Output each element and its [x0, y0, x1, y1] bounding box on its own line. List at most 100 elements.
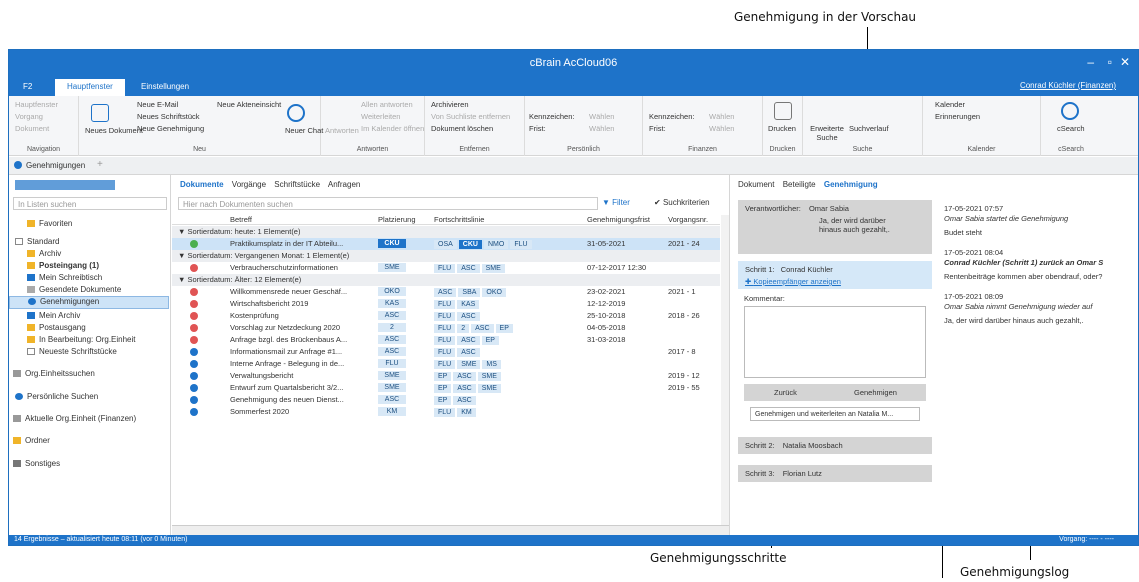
tab-genehmigungen[interactable]: Genehmigungen	[26, 161, 85, 170]
user-link[interactable]: Conrad Küchler (Finanzen)	[1020, 81, 1116, 90]
sidebar-item-favoriten[interactable]: Favoriten	[9, 219, 169, 230]
suchverlauf-button[interactable]: Suchverlauf	[849, 124, 889, 133]
col-platzierung[interactable]: Platzierung	[378, 215, 416, 224]
new-genehmigung-button[interactable]: Neue Genehmigung	[137, 124, 204, 133]
sidebar-item-genehmigungen[interactable]: Genehmigungen	[9, 296, 169, 309]
horizontal-scrollbar[interactable]	[172, 525, 729, 535]
new-akteneinsicht-button[interactable]: Neue Akteneinsicht	[217, 100, 281, 109]
sidebar-item-ordner[interactable]: Ordner	[9, 436, 169, 447]
kalender-oeffnen-button[interactable]: Im Kalender öffnen	[361, 124, 424, 133]
minimize-icon[interactable]: –	[1087, 55, 1094, 69]
erinnerungen-button[interactable]: Erinnerungen	[935, 112, 980, 121]
preview-tabs: Dokument Beteiligte Genehmigung	[738, 180, 878, 189]
tab-anfragen[interactable]: Anfragen	[328, 180, 360, 189]
sidebar-item-aktuelle-org[interactable]: Aktuelle Org.Einheit (Finanzen)	[9, 414, 169, 425]
nav-hauptfenster[interactable]: Hauptfenster	[15, 100, 58, 109]
tab-vorgaenge[interactable]: Vorgänge	[232, 180, 266, 189]
sidebar-item-posteingang[interactable]: Posteingang (1)	[9, 261, 169, 272]
antworten-button[interactable]: Antworten	[325, 126, 359, 135]
kopieempfaenger-link[interactable]: ✚ Kopieempfänger anzeigen	[745, 277, 925, 286]
sidebar-search-input[interactable]: In Listen suchen	[13, 197, 167, 210]
group-header[interactable]: ▼ Sortierdatum: Vergangenen Monat: 1 Ele…	[172, 250, 720, 262]
group-header[interactable]: ▼ Sortierdatum: heute: 1 Element(e)	[172, 226, 720, 238]
filter-button[interactable]: ▼ Filter	[602, 198, 630, 207]
genehmigen-button[interactable]: Genehmigen	[854, 388, 897, 397]
tab-dokumente[interactable]: Dokumente	[180, 180, 224, 189]
sidebar-item-in-bearbeitung[interactable]: In Bearbeitung: Org.Einheit	[9, 335, 169, 346]
vertical-scrollbar[interactable]	[721, 215, 729, 525]
nav-vorgang[interactable]: Vorgang	[15, 112, 43, 121]
col-betreff[interactable]: Betreff	[230, 215, 252, 224]
sidebar-item-label: Persönliche Suchen	[27, 392, 99, 401]
table-row[interactable]: Praktikumsplatz in der IT Abteilu... CKU 3…	[172, 238, 720, 250]
genehmigen-weiterleiten-button[interactable]: Genehmigen und weiterleiten an Natalia M…	[750, 407, 920, 421]
col-vorgangsnr[interactable]: Vorgangsnr.	[668, 215, 708, 224]
misc-icon	[13, 460, 21, 468]
chat-icon[interactable]	[287, 104, 305, 122]
table-row[interactable]: Wirtschaftsbericht 2019 KAS 12-12-2019 FLU K…	[172, 298, 720, 310]
tab-hauptfenster[interactable]: Hauptfenster	[55, 79, 125, 96]
kalender-button[interactable]: Kalender	[935, 100, 965, 109]
zurueck-button[interactable]: Zurück	[774, 388, 797, 397]
sidebar-item-archiv[interactable]: Archiv	[9, 249, 169, 260]
sidebar-item-sonstiges[interactable]: Sonstiges	[9, 459, 169, 470]
drucken-button[interactable]: Drucken	[768, 124, 796, 133]
table-row[interactable]: Vorschlag zur Netzdeckung 2020 2 04-05-201…	[172, 322, 720, 334]
close-icon[interactable]: ✕	[1120, 55, 1130, 69]
table-row[interactable]: Anfrage bzgl. des Brückenbaus A... ASC 31-…	[172, 334, 720, 346]
col-frist[interactable]: Genehmigungsfrist	[587, 215, 650, 224]
archivieren-button[interactable]: Archivieren	[431, 100, 469, 109]
document-search-input[interactable]: Hier nach Dokumenten suchen	[178, 197, 598, 210]
tab-schriftstuecke[interactable]: Schriftstücke	[274, 180, 320, 189]
erweiterte-suche-button[interactable]: Erweiterte Suche	[807, 124, 847, 142]
add-tab-icon[interactable]: +	[97, 159, 103, 170]
group-header[interactable]: ▼ Sortierdatum: Älter: 12 Element(e)	[172, 274, 720, 286]
table-row[interactable]: Sommerfest 2020 KM FLU KM	[172, 406, 720, 418]
table-row[interactable]: Genehmigung des neuen Dienst... ASC EP ASC	[172, 394, 720, 406]
log-time: 17-05-2021 08:09	[944, 292, 1004, 301]
sidebar-item-standard[interactable]: Standard	[9, 237, 169, 248]
weiterleiten-button[interactable]: Weiterleiten	[361, 112, 400, 121]
sidebar-item-gesendet[interactable]: Gesendete Dokumente	[9, 285, 169, 296]
tab-dokument[interactable]: Dokument	[738, 180, 774, 189]
new-document-icon[interactable]	[91, 104, 109, 122]
table-row[interactable]: Verbraucherschutzinformationen SME 07-12-2…	[172, 262, 720, 274]
tab-f2[interactable]: F2	[15, 79, 40, 96]
sidebar-item-neueste[interactable]: Neueste Schriftstücke	[9, 347, 169, 358]
table-row[interactable]: Entwurf zum Quartalsbericht 3/2... SME 201…	[172, 382, 720, 394]
new-email-button[interactable]: Neue E-Mail	[137, 100, 178, 109]
csearch-button[interactable]: cSearch	[1057, 124, 1085, 133]
kennzeichen-select[interactable]: Wählen	[709, 112, 734, 121]
new-document-button[interactable]: Neues Dokument	[85, 126, 143, 135]
kennzeichen-select[interactable]: Wählen	[589, 112, 614, 121]
nav-dokument[interactable]: Dokument	[15, 124, 49, 133]
tab-genehmigung[interactable]: Genehmigung	[824, 180, 878, 189]
table-row[interactable]: Verwaltungsbericht SME 2019 - 12 EP ASC SME	[172, 370, 720, 382]
tab-beteiligte[interactable]: Beteiligte	[783, 180, 816, 189]
sidebar-item-org-suchen[interactable]: Org.Einheitssuchen	[9, 369, 169, 380]
frist-select[interactable]: Wählen	[709, 124, 734, 133]
dokument-loeschen-button[interactable]: Dokument löschen	[431, 124, 493, 133]
sidebar-item-schreibtisch[interactable]: Mein Schreibtisch	[9, 273, 169, 284]
table-row[interactable]: Interne Anfrage - Belegung in de... FLU FL…	[172, 358, 720, 370]
table-row[interactable]: Willkommensrede neuer Geschäf... OKO 23-02…	[172, 286, 720, 298]
col-fortschritt[interactable]: Fortschrittslinie	[434, 215, 484, 224]
tab-einstellungen[interactable]: Einstellungen	[133, 79, 197, 96]
printer-icon[interactable]	[774, 102, 792, 120]
suchkriterien-button[interactable]: ✔ Suchkriterien	[654, 198, 710, 207]
new-chat-button[interactable]: Neuer Chat	[285, 126, 323, 135]
kommentar-input[interactable]	[744, 306, 926, 378]
sidebar-item-postausgang[interactable]: Postausgang	[9, 323, 169, 334]
von-suchliste-entfernen-button[interactable]: Von Suchliste entfernen	[431, 112, 510, 121]
allen-antworten-button[interactable]: Allen antworten	[361, 100, 413, 109]
maximize-icon[interactable]: ▫	[1108, 55, 1112, 69]
sidebar-item-persoenliche-suchen[interactable]: Persönliche Suchen	[9, 392, 169, 403]
cell-place: ASC	[378, 347, 406, 356]
sidebar-item-mein-archiv[interactable]: Mein Archiv	[9, 311, 169, 322]
csearch-icon[interactable]	[1061, 102, 1079, 120]
sidebar-toolbar[interactable]	[15, 180, 115, 190]
frist-select[interactable]: Wählen	[589, 124, 614, 133]
table-row[interactable]: Informationsmail zur Anfrage #1... ASC 201…	[172, 346, 720, 358]
table-row[interactable]: Kostenprüfung ASC 25-10-2018 2018 - 26 FLU AS…	[172, 310, 720, 322]
new-schriftstueck-button[interactable]: Neues Schriftstück	[137, 112, 200, 121]
